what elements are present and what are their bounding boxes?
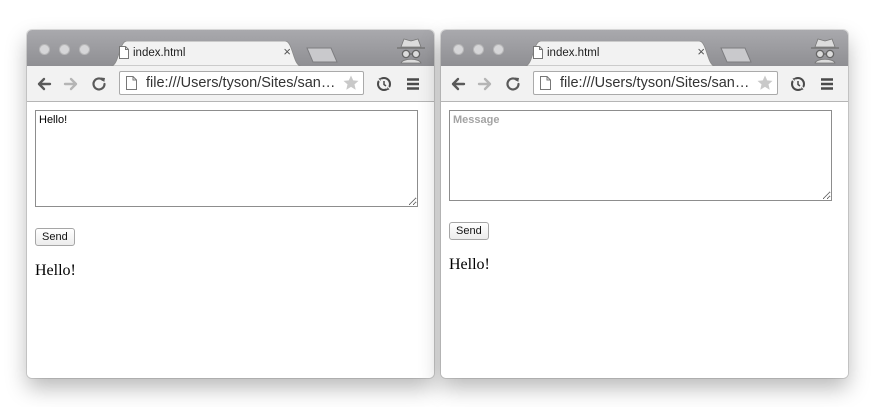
tab-close-icon[interactable]: × [283,45,291,59]
reload-icon[interactable] [90,75,108,93]
reload-icon[interactable] [504,75,522,93]
address-bar[interactable]: file:///Users/tyson/Sites/san… [119,71,364,95]
tab-title: index.html [547,47,600,59]
document-icon [533,46,543,59]
zoom-window-button[interactable] [79,44,90,55]
close-window-button[interactable] [453,44,464,55]
new-tab-button[interactable] [719,47,753,63]
message-textarea[interactable] [449,110,832,201]
close-window-button[interactable] [39,44,50,55]
message-textarea[interactable]: Hello! [35,110,418,207]
browser-window-left: index.html × file:///Users/tyson/Sites/s… [27,30,434,378]
menu-icon[interactable] [404,75,422,93]
incognito-icon [397,38,425,64]
back-arrow-icon[interactable] [449,75,467,93]
document-icon [119,46,129,59]
tab-index-html[interactable]: index.html × [111,41,301,66]
browser-window-right: index.html × file:///Users/tyson/Sites/s… [441,30,848,378]
sync-icon[interactable] [375,75,393,93]
send-button[interactable]: Send [35,228,75,246]
back-arrow-icon[interactable] [35,75,53,93]
address-bar[interactable]: file:///Users/tyson/Sites/san… [533,71,778,95]
forward-arrow-icon[interactable] [476,75,494,93]
sync-icon[interactable] [789,75,807,93]
incognito-icon [811,38,839,64]
page-info-icon[interactable] [126,76,137,90]
minimize-window-button[interactable] [59,44,70,55]
browser-toolbar: file:///Users/tyson/Sites/san… [441,66,848,102]
menu-icon[interactable] [818,75,836,93]
send-button[interactable]: Send [449,222,489,240]
message-output: Hello! [35,262,76,279]
page-info-icon[interactable] [540,76,551,90]
zoom-window-button[interactable] [493,44,504,55]
minimize-window-button[interactable] [473,44,484,55]
page-content: Send Hello! [441,102,848,378]
star-icon[interactable] [342,74,360,92]
new-tab-button[interactable] [305,47,339,63]
browser-toolbar: file:///Users/tyson/Sites/san… [27,66,434,102]
url-text: file:///Users/tyson/Sites/san… [560,75,750,91]
tab-close-icon[interactable]: × [697,45,705,59]
forward-arrow-icon[interactable] [62,75,80,93]
url-text: file:///Users/tyson/Sites/san… [146,75,336,91]
message-output: Hello! [449,256,490,273]
tab-title: index.html [133,47,186,59]
page-content: Hello! Send Hello! [27,102,434,378]
tab-index-html[interactable]: index.html × [525,41,715,66]
star-icon[interactable] [756,74,774,92]
tab-strip: index.html × [27,30,434,66]
tab-strip: index.html × [441,30,848,66]
